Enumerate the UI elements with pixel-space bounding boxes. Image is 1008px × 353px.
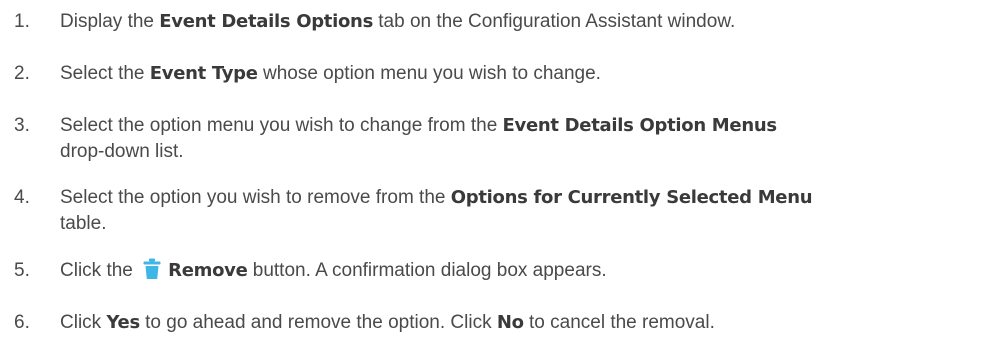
step-text-post: tab on the Configuration Assistant windo… bbox=[372, 11, 736, 32]
step-text-line2: drop-down list. bbox=[60, 141, 184, 162]
step-text-pre: Select the bbox=[60, 63, 150, 84]
step-number: 5. bbox=[14, 260, 30, 281]
step-text-bold: Event Details Option Menus bbox=[502, 115, 778, 136]
instruction-steps: 1. Display the Event Details Options tab… bbox=[0, 0, 1008, 353]
step-text-mid: to go ahead and remove the option. Click bbox=[139, 312, 497, 333]
step-text-pre: Click bbox=[60, 312, 107, 333]
trash-icon bbox=[142, 258, 162, 280]
step-text: Click Yes to go ahead and remove the opt… bbox=[60, 310, 1008, 336]
step-text-line2: table. bbox=[60, 213, 107, 234]
step-text: Select the option menu you wish to chang… bbox=[60, 113, 1008, 165]
step-text-pre: Display the bbox=[60, 11, 160, 32]
step-number: 6. bbox=[14, 312, 30, 333]
step-text-post: to cancel the removal. bbox=[523, 312, 715, 333]
step-number: 1. bbox=[14, 11, 30, 32]
step-text-bold-2: No bbox=[496, 312, 524, 333]
step-text: Select the Event Type whose option menu … bbox=[60, 61, 1008, 87]
step-text-post: whose option menu you wish to change. bbox=[257, 63, 601, 84]
step-text: Display the Event Details Options tab on… bbox=[60, 9, 1008, 35]
step-text-pre: Select the option you wish to remove fro… bbox=[60, 187, 451, 208]
step-text-pre: Click the bbox=[60, 260, 139, 281]
step-number: 2. bbox=[14, 63, 30, 84]
step-text-bold: Options for Currently Selected Menu bbox=[450, 187, 813, 208]
step-text: Select the option you wish to remove fro… bbox=[60, 185, 1008, 237]
step-text-bold: Yes bbox=[106, 312, 140, 333]
step-number: 3. bbox=[14, 115, 30, 136]
step-text-post: button. A confirmation dialog box appear… bbox=[247, 260, 607, 281]
step-text-bold: Event Details Options bbox=[159, 11, 373, 32]
step-text: Click the Remove button. A confirmation … bbox=[60, 258, 1008, 284]
step-text-bold: Event Type bbox=[149, 63, 258, 84]
step-text-bold: Remove bbox=[168, 260, 248, 281]
step-number: 4. bbox=[14, 187, 30, 208]
step-text-pre: Select the option menu you wish to chang… bbox=[60, 115, 503, 136]
